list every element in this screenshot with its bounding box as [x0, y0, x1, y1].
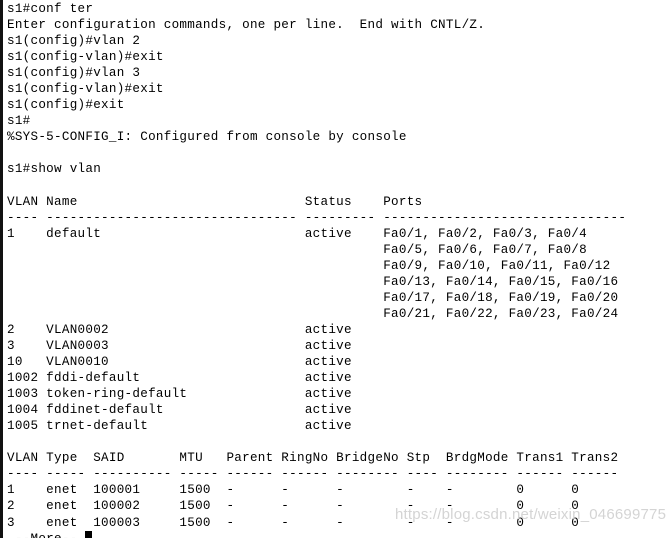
terminal-window[interactable]: s1#conf ter Enter configuration commands… — [0, 0, 670, 538]
text-cursor — [85, 530, 93, 538]
console-output-text: s1#conf ter Enter configuration commands… — [3, 0, 626, 538]
more-prompt[interactable]: --More-- — [7, 532, 85, 538]
